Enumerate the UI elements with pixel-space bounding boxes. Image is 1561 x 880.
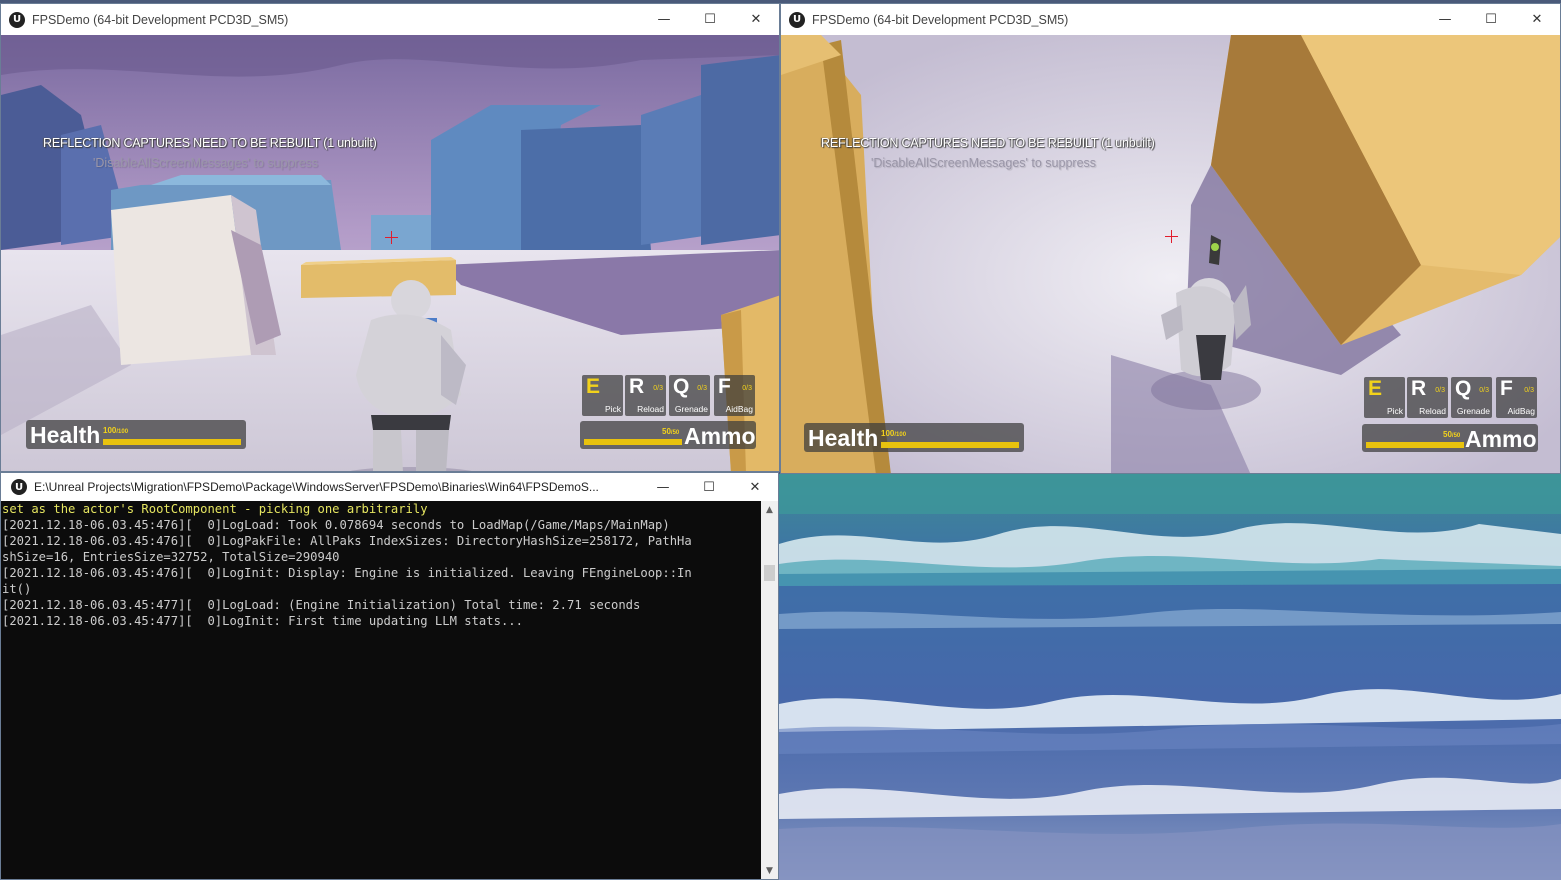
unreal-engine-icon: U (789, 11, 805, 28)
skill-key-q: Q 0/3 Grenade (669, 375, 710, 416)
ammo-label: Ammo (684, 423, 756, 449)
scroll-down-arrow-icon[interactable]: ▼ (761, 862, 778, 879)
health-bar (103, 439, 241, 445)
ammo-bar (584, 439, 682, 445)
maximize-button[interactable]: ☐ (1468, 4, 1514, 35)
console-line: [2021.12.18-06.03.45:476][ 0]LogPakFile:… (2, 534, 692, 548)
window-title: FPSDemo (64-bit Development PCD3D_SM5) (32, 12, 289, 27)
skill-key-r: R 0/3 Reload (625, 375, 666, 416)
ocean-waves-image (779, 474, 1561, 880)
game-window-2: U FPSDemo (64-bit Development PCD3D_SM5)… (780, 3, 1561, 474)
crosshair-icon (1165, 230, 1178, 243)
console-line: shSize=16, EntriesSize=32752, TotalSize=… (2, 550, 340, 564)
game-viewport[interactable]: REFLECTION CAPTURES NEED TO BE REBUILT (… (781, 35, 1560, 473)
skill-key-e: E Pick (1364, 377, 1405, 418)
unreal-engine-icon: U (11, 479, 27, 495)
unreal-engine-icon: U (9, 11, 25, 28)
crosshair-icon (385, 231, 398, 244)
maximize-button[interactable]: ☐ (687, 4, 733, 35)
skill-key-e: E Pick (582, 375, 623, 416)
suppress-hint: 'DisableAllScreenMessages' to suppress (93, 156, 319, 170)
reflection-warning: REFLECTION CAPTURES NEED TO BE REBUILT (… (821, 136, 1155, 150)
server-console-window: U E:\Unreal Projects\Migration\FPSDemo\P… (0, 472, 779, 880)
health-bar-fill (103, 439, 241, 445)
skill-key-f: F 0/3 AidBag (714, 375, 755, 416)
console-line: [2021.12.18-06.03.45:476][ 0]LogLoad: To… (2, 518, 670, 532)
console-line: [2021.12.18-06.03.45:476][ 0]LogInit: Di… (2, 566, 692, 580)
minimize-button[interactable]: — (641, 4, 687, 35)
console-scrollbar[interactable]: ▲ ▼ (761, 501, 778, 879)
console-line: [2021.12.18-06.03.45:477][ 0]LogLoad: (E… (2, 598, 641, 612)
ammo-value: 50/50 (1443, 430, 1461, 439)
close-button[interactable]: ✕ (1514, 4, 1560, 35)
skill-key-q: Q 0/3 Grenade (1451, 377, 1492, 418)
minimize-button[interactable]: — (640, 473, 686, 501)
minimize-button[interactable]: — (1422, 4, 1468, 35)
console-line: set as the actor's RootComponent - picki… (2, 502, 428, 516)
console-line: [2021.12.18-06.03.45:477][ 0]LogInit: Fi… (2, 614, 523, 628)
scroll-thumb[interactable] (764, 565, 775, 581)
close-button[interactable]: ✕ (732, 473, 778, 501)
health-bar-fill (881, 442, 1019, 448)
title-bar[interactable]: U E:\Unreal Projects\Migration\FPSDemo\P… (1, 473, 778, 501)
window-title: E:\Unreal Projects\Migration\FPSDemo\Pac… (34, 480, 599, 494)
health-value: 100/100 (103, 426, 129, 435)
game-viewport[interactable]: REFLECTION CAPTURES NEED TO BE REBUILT (… (1, 35, 779, 471)
window-title: FPSDemo (64-bit Development PCD3D_SM5) (812, 12, 1069, 27)
close-button[interactable]: ✕ (733, 4, 779, 35)
skill-key-r: R 0/3 Reload (1407, 377, 1448, 418)
health-value: 100/100 (881, 429, 907, 438)
title-bar[interactable]: U FPSDemo (64-bit Development PCD3D_SM5)… (1, 4, 779, 35)
ammo-bar-fill (584, 439, 682, 445)
ammo-label: Ammo (1465, 426, 1537, 452)
health-bar (881, 442, 1019, 448)
console-output[interactable]: set as the actor's RootComponent - picki… (1, 501, 761, 879)
ammo-bar-fill (1366, 442, 1464, 448)
ammo-bar (1366, 442, 1464, 448)
scroll-up-arrow-icon[interactable]: ▲ (761, 501, 778, 518)
health-label: Health (808, 425, 879, 451)
skill-key-f: F 0/3 AidBag (1496, 377, 1537, 418)
reflection-warning: REFLECTION CAPTURES NEED TO BE REBUILT (… (43, 136, 377, 150)
title-bar[interactable]: U FPSDemo (64-bit Development PCD3D_SM5)… (781, 4, 1560, 35)
game-window-1: U FPSDemo (64-bit Development PCD3D_SM5)… (0, 3, 780, 472)
ammo-value: 50/50 (662, 427, 680, 436)
health-label: Health (30, 422, 101, 448)
maximize-button[interactable]: ☐ (686, 473, 732, 501)
desktop-wallpaper (779, 474, 1561, 880)
suppress-hint: 'DisableAllScreenMessages' to suppress (871, 156, 1097, 170)
console-line: it() (2, 582, 32, 596)
